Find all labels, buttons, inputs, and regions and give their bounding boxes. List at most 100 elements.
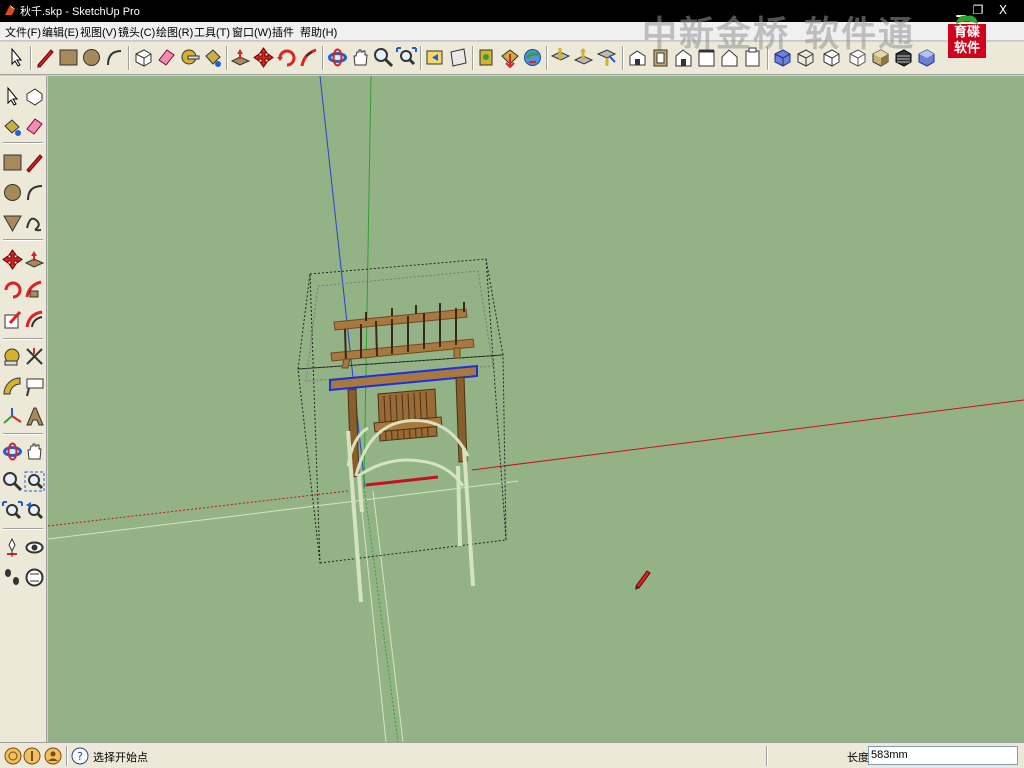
look-around-icon[interactable] [24, 537, 45, 558]
offset-icon[interactable] [24, 309, 45, 330]
pan-icon[interactable] [349, 46, 372, 69]
toolbar-separator [226, 46, 228, 70]
3d-text-icon[interactable] [24, 406, 45, 427]
rectangle-icon[interactable] [57, 46, 80, 69]
toolbar-separator [472, 46, 474, 70]
previous-view-icon[interactable] [424, 46, 447, 69]
previous-view-icon[interactable] [24, 501, 45, 522]
pencil-line-icon[interactable] [24, 152, 45, 173]
toolbar-separator [622, 46, 624, 70]
logo-line-1: 育碟 [953, 25, 980, 40]
tool-separator [3, 528, 43, 530]
dimension-icon[interactable] [24, 346, 45, 367]
polygon-icon[interactable] [2, 212, 23, 233]
tool-separator [3, 142, 43, 144]
logo-line-2: 软件 [953, 41, 980, 56]
status-divider [766, 746, 768, 766]
menu-help[interactable]: 帮助(H) [300, 24, 337, 40]
follow-me-icon[interactable] [298, 46, 321, 69]
rotate-icon[interactable] [2, 279, 23, 300]
select-icon[interactable] [2, 86, 23, 107]
publisher-logo: 育碟 软件 [948, 12, 986, 58]
help-icon[interactable]: ? [71, 747, 89, 765]
large-tool-set [0, 76, 47, 742]
swing-legs [346, 430, 475, 603]
menu-plugins[interactable]: 插件 [272, 24, 294, 40]
zoom-window-icon[interactable] [24, 471, 45, 492]
orbit-icon[interactable] [326, 46, 349, 69]
window-title: 秋千.skp - SketchUp Pro [20, 6, 140, 18]
base-edge-highlight [365, 475, 439, 487]
toolbar-separator [30, 46, 32, 70]
eraser-icon[interactable] [24, 116, 45, 137]
close-button[interactable]: X [994, 2, 1012, 18]
place-model-icon[interactable] [475, 46, 498, 69]
zoom-extents-icon[interactable] [395, 46, 418, 69]
make-component-icon[interactable] [24, 86, 45, 107]
menu-edit[interactable]: 编辑(E) [42, 24, 79, 40]
pencil-line-icon[interactable] [34, 46, 57, 69]
swing-model[interactable] [329, 302, 478, 603]
share-model-icon[interactable] [521, 46, 544, 69]
make-component-icon[interactable] [132, 46, 155, 69]
paint-bucket-icon[interactable] [201, 46, 224, 69]
pan-icon[interactable] [24, 441, 45, 462]
menu-window[interactable]: 窗口(W) [232, 24, 272, 40]
text-icon[interactable] [24, 376, 45, 397]
drawing-viewport[interactable] [48, 76, 1024, 742]
google-earth-icon[interactable] [549, 46, 572, 69]
axes-icon[interactable] [2, 406, 23, 427]
zoom-icon[interactable] [2, 471, 23, 492]
arc-icon[interactable] [24, 182, 45, 203]
user-account-icon[interactable] [44, 747, 62, 765]
freehand-icon[interactable] [24, 212, 45, 233]
styles-icon[interactable] [915, 46, 938, 69]
logo-box: 育碟 软件 [948, 24, 986, 58]
push-pull-icon[interactable] [24, 249, 45, 270]
move-icon[interactable] [252, 46, 275, 69]
arc-icon[interactable] [103, 46, 126, 69]
credits-icon[interactable] [23, 747, 41, 765]
circle-icon[interactable] [2, 182, 23, 203]
tape-measure-icon[interactable] [178, 46, 201, 69]
tool-separator [3, 239, 43, 241]
orbit-icon[interactable] [2, 441, 23, 462]
measurements-input[interactable]: 583mm [868, 746, 1018, 765]
position-camera-icon[interactable] [2, 537, 23, 558]
next-view-icon[interactable] [447, 46, 470, 69]
push-pull-icon[interactable] [229, 46, 252, 69]
select-icon[interactable] [5, 46, 28, 69]
follow-me-icon[interactable] [24, 279, 45, 300]
rotate-icon[interactable] [275, 46, 298, 69]
paint-bucket-icon[interactable] [2, 116, 23, 137]
measurements-label: 长度 [847, 752, 869, 764]
toolbar-separator [420, 46, 422, 70]
sketchup-app-icon[interactable] [3, 3, 17, 17]
menu-draw[interactable]: 绘图(R) [156, 24, 193, 40]
section-plane-icon[interactable] [24, 567, 45, 588]
watermark-text: 中新金桥 软件通 [642, 15, 916, 55]
scale-icon[interactable] [2, 309, 23, 330]
geo-location-icon[interactable] [4, 747, 22, 765]
menu-camera[interactable]: 镜头(C) [118, 24, 155, 40]
status-divider [66, 746, 68, 766]
toggle-terrain-icon[interactable] [572, 46, 595, 69]
menu-tools[interactable]: 工具(T) [194, 24, 230, 40]
zoom-icon[interactable] [372, 46, 395, 69]
guide-line [48, 480, 519, 540]
menu-file[interactable]: 文件(F) [5, 24, 41, 40]
tape-measure-icon[interactable] [2, 346, 23, 367]
eraser-icon[interactable] [155, 46, 178, 69]
photo-texture-icon[interactable] [595, 46, 618, 69]
protractor-icon[interactable] [2, 376, 23, 397]
status-bar: ? 选择开始点 长度 583mm [0, 742, 1024, 768]
zoom-extents-icon[interactable] [2, 501, 23, 522]
get-models-icon[interactable] [498, 46, 521, 69]
scene-canvas[interactable] [48, 76, 1024, 742]
circle-icon[interactable] [80, 46, 103, 69]
move-icon[interactable] [2, 249, 23, 270]
walk-icon[interactable] [2, 567, 23, 588]
menu-view[interactable]: 视图(V) [80, 24, 117, 40]
status-hint: 选择开始点 [93, 752, 148, 764]
rectangle-icon[interactable] [2, 152, 23, 173]
